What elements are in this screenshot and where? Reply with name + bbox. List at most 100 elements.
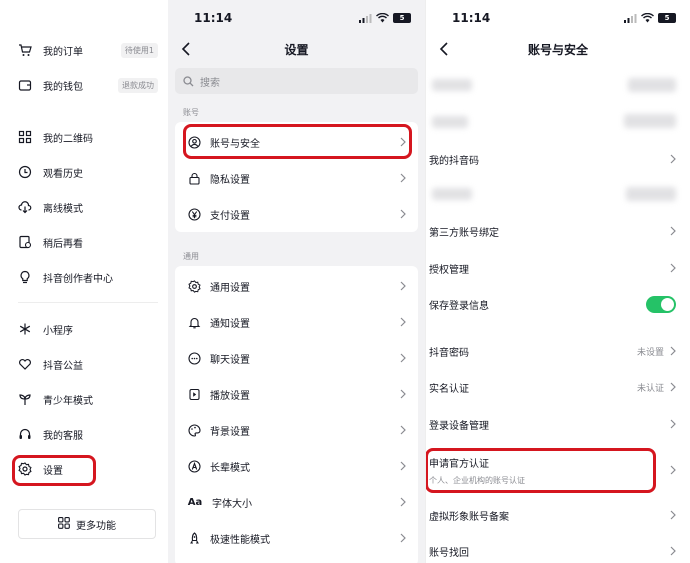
row-font-size[interactable]: Aa 字体大小 — [175, 484, 418, 520]
menu-item-history[interactable]: 观看历史 — [18, 161, 158, 183]
rocket-icon — [187, 531, 201, 545]
divider — [18, 302, 158, 303]
status-time: 11:14 — [194, 11, 233, 25]
back-button[interactable] — [176, 39, 196, 59]
row-elder-mode[interactable]: 长辈模式 — [175, 448, 418, 484]
row-label: 通知设置 — [210, 318, 250, 330]
row-label: 虚拟形象账号备案 — [429, 511, 509, 523]
menu-item-customer-service[interactable]: 我的客服 — [18, 423, 158, 445]
chevron-right-icon — [670, 465, 676, 475]
section-title-account: 账号 — [183, 108, 199, 117]
status-bar: 11:14 5 — [168, 0, 425, 36]
account-security-panel: 11:14 5 账号与安全 我的抖音码 第三方账号绑定 授权管理 保存登录信息 … — [425, 0, 690, 563]
row-account-recovery[interactable]: 账号找回 — [429, 533, 690, 563]
row-label: 通用设置 — [210, 282, 250, 294]
blurred-label — [432, 116, 468, 128]
back-button[interactable] — [434, 39, 454, 59]
search-input[interactable]: 搜索 — [175, 68, 418, 94]
chevron-right-icon — [400, 281, 406, 291]
menu-item-qrcode[interactable]: 我的二维码 — [18, 126, 158, 148]
menu-item-label: 小程序 — [43, 325, 73, 337]
row-label: 授权管理 — [429, 264, 469, 276]
bookmark-later-icon — [18, 235, 32, 249]
gear-icon — [187, 279, 201, 293]
menu-item-creator-center[interactable]: 抖音创作者中心 — [18, 266, 158, 288]
row-label: 聊天设置 — [210, 354, 250, 366]
menu-item-charity[interactable]: 抖音公益 — [18, 353, 158, 375]
chevron-left-icon — [181, 42, 190, 56]
status-time: 11:14 — [452, 11, 491, 25]
page-title: 账号与安全 — [527, 42, 588, 57]
wifi-icon — [376, 13, 389, 23]
chat-icon — [187, 351, 201, 365]
lightbulb-icon — [18, 270, 32, 284]
sprout-icon — [18, 392, 32, 406]
menu-item-teen-mode[interactable]: 青少年模式 — [18, 388, 158, 410]
grid-icon — [58, 516, 70, 532]
chevron-right-icon — [400, 425, 406, 435]
chevron-right-icon — [670, 419, 676, 429]
row-label: 字体大小 — [212, 498, 252, 510]
status-badge: 退款成功 — [118, 77, 158, 93]
chevron-right-icon — [670, 510, 676, 520]
signal-icon — [359, 13, 372, 23]
menu-item-label: 我的客服 — [43, 430, 83, 442]
menu-item-mini-programs[interactable]: 小程序 — [18, 318, 158, 340]
row-device-management[interactable]: 登录设备管理 — [429, 406, 690, 442]
menu-item-orders[interactable]: 我的订单 待使用1 — [18, 39, 158, 61]
row-label: 支付设置 — [210, 210, 250, 222]
signal-icon — [624, 13, 637, 23]
side-menu-panel: 我的订单 待使用1 我的钱包 退款成功 我的二维码 观看历史 离线模式 稍后再看… — [0, 0, 168, 563]
row-my-douyin-code[interactable]: 我的抖音码 — [429, 141, 690, 177]
menu-item-label: 青少年模式 — [43, 395, 93, 407]
heart-hands-icon — [18, 357, 32, 371]
row-playback[interactable]: 播放设置 — [175, 376, 418, 412]
asterisk-icon — [18, 322, 32, 336]
row-chat[interactable]: 聊天设置 — [175, 340, 418, 376]
row-performance-mode[interactable]: 极速性能模式 — [175, 520, 418, 556]
menu-item-wallet[interactable]: 我的钱包 退款成功 — [18, 74, 158, 96]
row-authorization[interactable]: 授权管理 — [429, 250, 690, 286]
more-features-label: 更多功能 — [76, 520, 116, 532]
blurred-value — [626, 187, 676, 201]
elder-icon — [187, 459, 201, 473]
more-features-button[interactable]: 更多功能 — [18, 509, 156, 539]
blurred-value — [624, 114, 676, 128]
row-label: 隐私设置 — [210, 174, 250, 186]
row-real-name[interactable]: 实名认证 未认证 — [429, 369, 690, 405]
row-value: 未认证 — [636, 383, 664, 394]
row-payment[interactable]: 支付设置 — [175, 196, 418, 232]
chevron-right-icon — [400, 173, 406, 183]
row-label: 抖音密码 — [429, 347, 469, 359]
row-general[interactable]: 通用设置 — [175, 268, 418, 304]
menu-item-watch-later[interactable]: 稍后再看 — [18, 231, 158, 253]
highlight-account-security — [183, 124, 412, 159]
play-icon — [187, 387, 201, 401]
cart-icon — [18, 43, 32, 57]
row-password[interactable]: 抖音密码 未设置 — [429, 333, 690, 369]
clock-icon — [18, 165, 32, 179]
qr-icon — [18, 130, 32, 144]
save-login-toggle[interactable] — [646, 295, 676, 313]
blurred-label — [432, 79, 472, 91]
row-label: 背景设置 — [210, 426, 250, 438]
chevron-right-icon — [400, 353, 406, 363]
row-notifications[interactable]: 通知设置 — [175, 304, 418, 340]
menu-item-label: 我的订单 — [43, 46, 83, 58]
row-third-party-binding[interactable]: 第三方账号绑定 — [429, 213, 690, 249]
menu-item-label: 离线模式 — [43, 203, 83, 215]
highlight-settings — [12, 455, 96, 486]
battery-icon: 5 — [658, 13, 676, 23]
chevron-right-icon — [400, 209, 406, 219]
row-label: 登录设备管理 — [429, 420, 489, 432]
menu-item-label: 抖音公益 — [43, 360, 83, 372]
row-label: 播放设置 — [210, 390, 250, 402]
settings-panel: 11:14 5 设置 搜索 账号 账号与安全 隐私设置 支付设置 通用 通用设置… — [168, 0, 425, 563]
chevron-left-icon — [439, 42, 448, 56]
menu-item-offline[interactable]: 离线模式 — [18, 196, 158, 218]
chevron-right-icon — [400, 533, 406, 543]
row-value: 未设置 — [636, 347, 664, 358]
row-background[interactable]: 背景设置 — [175, 412, 418, 448]
row-avatar-filing[interactable]: 虚拟形象账号备案 — [429, 497, 690, 533]
row-privacy[interactable]: 隐私设置 — [175, 160, 418, 196]
